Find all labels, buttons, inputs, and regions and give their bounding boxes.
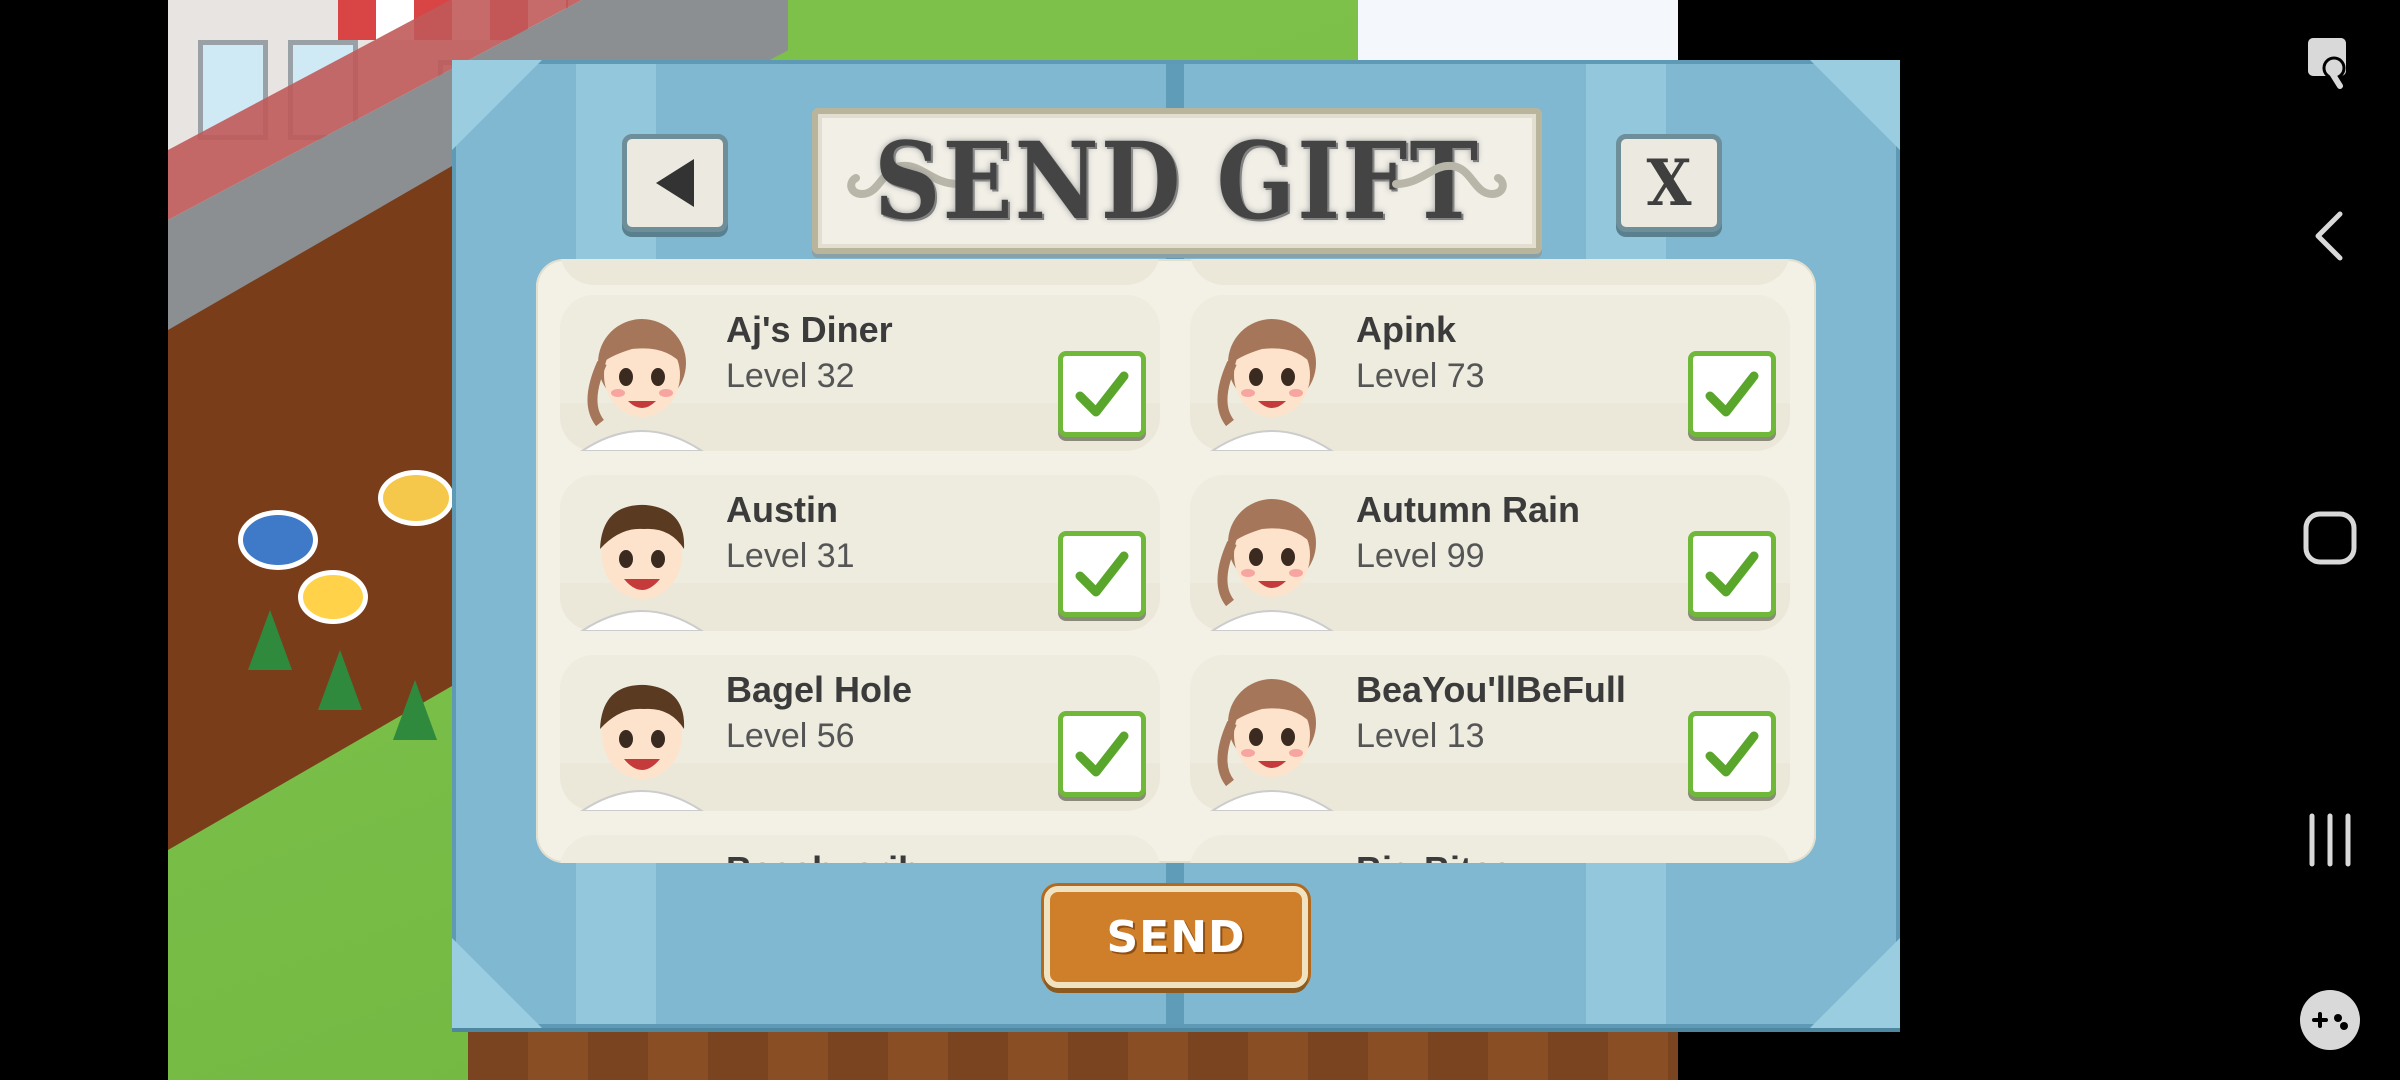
select-checkbox[interactable] xyxy=(1058,531,1146,617)
send-button[interactable]: SEND xyxy=(1044,886,1308,988)
friend-level: Level 99 xyxy=(1356,537,1485,575)
select-checkbox[interactable] xyxy=(1058,711,1146,797)
friend-card[interactable]: BeaYou'llBeFull Level 13 xyxy=(1190,655,1790,811)
game-tools-button[interactable] xyxy=(2270,980,2390,1060)
food-bowl xyxy=(238,510,318,570)
back-button[interactable] xyxy=(622,134,728,232)
title-plate: SEND GIFT xyxy=(812,108,1542,254)
list-item xyxy=(560,259,1160,285)
food-plate xyxy=(378,470,454,526)
select-checkbox[interactable] xyxy=(1688,531,1776,617)
chef-boy-avatar xyxy=(580,684,704,811)
plant xyxy=(248,610,292,670)
plant xyxy=(318,650,362,710)
nav-back-button[interactable] xyxy=(2270,196,2390,276)
friend-name: Big Bites xyxy=(1356,849,1512,863)
chef-girl-avatar xyxy=(1210,499,1334,631)
friend-list[interactable]: Aj's Diner Level 32 Apink Level 73 Austi… xyxy=(536,259,1816,863)
friend-card[interactable]: Autumn Rain Level 99 xyxy=(1190,475,1790,631)
friend-card[interactable]: Apink Level 73 xyxy=(1190,295,1790,451)
chef-girl-avatar xyxy=(1210,679,1334,811)
accessibility-icon xyxy=(2308,38,2346,89)
checkmark-icon xyxy=(1705,371,1759,417)
right-swirl-ornament xyxy=(1392,161,1507,199)
back-arrow-icon xyxy=(656,159,694,207)
friend-card-partial[interactable]: Beachyerib xyxy=(560,835,1160,863)
dialog-title: SEND GIFT xyxy=(874,118,1480,244)
accessibility-button[interactable] xyxy=(2270,20,2390,100)
close-button[interactable]: X xyxy=(1616,134,1722,232)
friend-name: Apink xyxy=(1356,309,1457,350)
gamepad-icon xyxy=(2300,990,2360,1050)
friend-name: Aj's Diner xyxy=(726,309,893,350)
friend-level: Level 13 xyxy=(1356,717,1485,755)
friend-level: Level 56 xyxy=(726,717,855,755)
select-checkbox[interactable] xyxy=(1688,711,1776,797)
send-gift-dialog: SEND GIFT X Aj's Diner Level 32 Apink Le… xyxy=(452,60,1900,1028)
plant xyxy=(393,680,437,740)
friend-card[interactable]: Austin Level 31 xyxy=(560,475,1160,631)
friend-level: Level 73 xyxy=(1356,357,1485,395)
nav-recents-button[interactable] xyxy=(2270,800,2390,880)
friend-card-partial[interactable]: Big Bites xyxy=(1190,835,1790,863)
chef-girl-avatar xyxy=(580,319,704,451)
checkmark-icon xyxy=(1075,551,1129,597)
close-icon: X xyxy=(1646,145,1692,221)
checkmark-icon xyxy=(1075,731,1129,777)
select-checkbox[interactable] xyxy=(1688,351,1776,437)
friend-name: Beachyerib xyxy=(726,849,920,863)
home-square-icon xyxy=(2303,511,2357,565)
list-item xyxy=(1190,259,1790,285)
nav-home-button[interactable] xyxy=(2270,498,2390,578)
friend-name: Austin xyxy=(726,489,838,530)
food-plate xyxy=(298,570,368,624)
friend-name: Autumn Rain xyxy=(1356,489,1580,530)
friend-level: Level 32 xyxy=(726,357,855,395)
friend-name: BeaYou'llBeFull xyxy=(1356,669,1626,710)
friend-card[interactable]: Aj's Diner Level 32 xyxy=(560,295,1160,451)
send-label: SEND xyxy=(1106,911,1246,963)
friend-card[interactable]: Bagel Hole Level 56 xyxy=(560,655,1160,811)
friend-level: Level 31 xyxy=(726,537,855,575)
chevron-left-icon xyxy=(2315,211,2343,261)
checkmark-icon xyxy=(1075,371,1129,417)
chef-girl-avatar xyxy=(1210,319,1334,451)
chef-boy-avatar xyxy=(580,504,704,631)
friend-name: Bagel Hole xyxy=(726,669,913,710)
select-checkbox[interactable] xyxy=(1058,351,1146,437)
recents-icon xyxy=(2309,813,2351,867)
checkmark-icon xyxy=(1705,731,1759,777)
checkmark-icon xyxy=(1705,551,1759,597)
